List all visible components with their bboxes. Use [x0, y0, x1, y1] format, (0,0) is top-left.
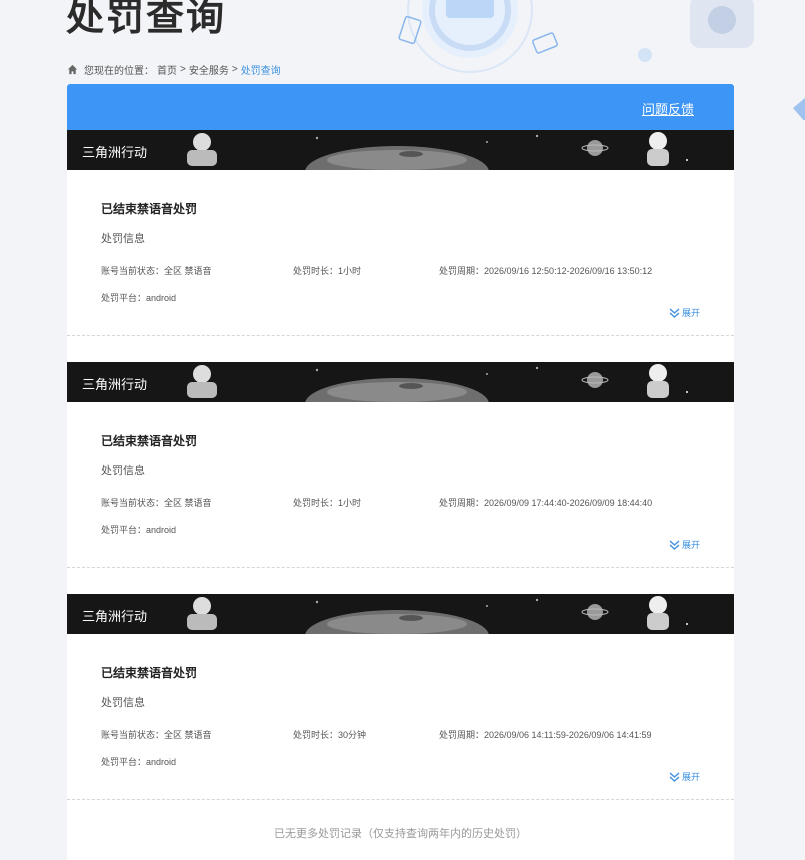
punishment-platform: 处罚平台：android: [101, 525, 177, 535]
no-more-records-note: 已无更多处罚记录（仅支持查询两年内的历史处罚）: [274, 828, 527, 840]
main-panel: 问题反馈 三角洲行动 已结束禁语音处罚 处罚信息 账号当前状态：全区 禁语音 处…: [67, 84, 734, 860]
breadcrumb-security[interactable]: 安全服务: [189, 62, 229, 77]
account-status: 账号当前状态：全区 禁语音: [101, 498, 212, 508]
punishment-status: 已结束禁语音处罚: [101, 202, 198, 216]
page-title: 处罚查询: [66, 0, 227, 39]
account-status: 账号当前状态：全区 禁语音: [101, 266, 212, 276]
double-chevron-down-icon: [669, 771, 680, 782]
expand-label: 展开: [681, 308, 700, 318]
punishment-platform: 处罚平台：android: [101, 293, 177, 303]
punishment-period: 处罚周期：2026/09/06 14:11:59-2026/09/06 14:4…: [439, 730, 652, 740]
record-body: 已结束禁语音处罚 处罚信息 账号当前状态：全区 禁语音 处罚时长：1小时 处罚周…: [67, 170, 734, 336]
expand-button[interactable]: 展开: [669, 306, 700, 319]
breadcrumb-home[interactable]: 首页: [157, 62, 177, 77]
record-card: 三角洲行动 已结束禁语音处罚 处罚信息 账号当前状态：全区 禁语音 处罚时长：3…: [67, 594, 734, 800]
punishment-info-heading: 处罚信息: [101, 233, 145, 245]
game-name: 三角洲行动: [82, 609, 148, 624]
game-banner: 三角洲行动: [67, 362, 734, 402]
punishment-info-heading: 处罚信息: [101, 465, 145, 477]
punishment-duration: 处罚时长：1小时: [293, 498, 362, 508]
game-name: 三角洲行动: [82, 145, 148, 160]
breadcrumb-separator: >: [180, 64, 186, 75]
game-banner: 三角洲行动: [67, 130, 734, 170]
expand-button[interactable]: 展开: [669, 770, 700, 783]
record-card: 三角洲行动 已结束禁语音处罚 处罚信息 账号当前状态：全区 禁语音 处罚时长：1…: [67, 362, 734, 568]
expand-label: 展开: [681, 540, 700, 550]
double-chevron-down-icon: [669, 307, 680, 318]
breadcrumb-current: 处罚查询: [240, 66, 281, 77]
feedback-link[interactable]: 问题反馈: [642, 99, 694, 118]
home-icon: [67, 64, 78, 75]
expand-button[interactable]: 展开: [669, 538, 700, 551]
punishment-duration: 处罚时长：30分钟: [293, 730, 367, 740]
game-name: 三角洲行动: [82, 377, 148, 392]
banner-artwork: [187, 364, 688, 402]
expand-label: 展开: [681, 772, 700, 782]
punishment-status: 已结束禁语音处罚: [101, 666, 198, 680]
punishment-period: 处罚周期：2026/09/09 17:44:40-2026/09/09 18:4…: [439, 498, 653, 508]
record-body: 已结束禁语音处罚 处罚信息 账号当前状态：全区 禁语音 处罚时长：30分钟 处罚…: [67, 634, 734, 800]
record-body: 已结束禁语音处罚 处罚信息 账号当前状态：全区 禁语音 处罚时长：1小时 处罚周…: [67, 402, 734, 568]
double-chevron-down-icon: [669, 539, 680, 550]
banner-artwork: [187, 132, 688, 170]
record-card: 三角洲行动 已结束禁语音处罚 处罚信息 账号当前状态：全区 禁语音 处罚时长：1…: [67, 130, 734, 336]
punishment-duration: 处罚时长：1小时: [293, 266, 362, 276]
breadcrumb-prefix: 您现在的位置：: [84, 66, 154, 77]
punishment-status: 已结束禁语音处罚: [101, 434, 198, 448]
banner-artwork: [187, 596, 688, 634]
punishment-period: 处罚周期：2026/09/16 12:50:12-2026/09/16 13:5…: [439, 266, 653, 276]
punishment-info-heading: 处罚信息: [101, 697, 145, 709]
game-banner: 三角洲行动: [67, 594, 734, 634]
breadcrumb-separator: >: [231, 64, 238, 75]
breadcrumb: 您现在的位置： 首页 > 安全服务 > 处罚查询: [67, 62, 281, 77]
topbar: 问题反馈: [67, 84, 734, 130]
account-status: 账号当前状态：全区 禁语音: [101, 730, 212, 740]
punishment-platform: 处罚平台：android: [101, 757, 177, 767]
